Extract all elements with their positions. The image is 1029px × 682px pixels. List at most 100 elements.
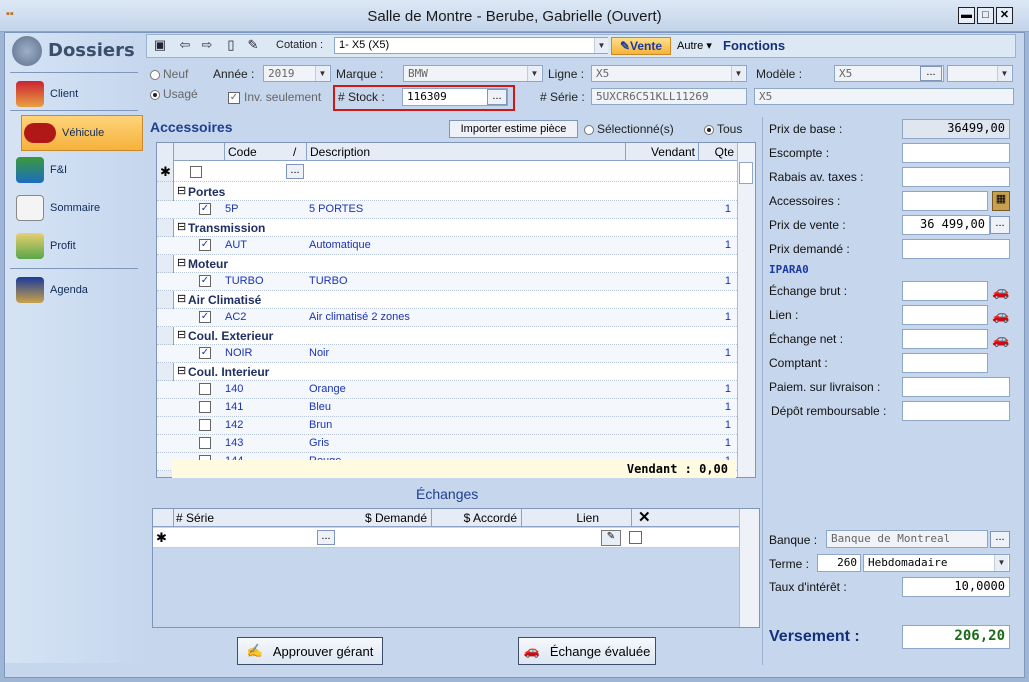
table-row[interactable]: 140 Orange 1	[157, 381, 737, 399]
serie-browse-button[interactable]: ...	[317, 530, 335, 545]
banque-browse-button[interactable]: ...	[990, 531, 1010, 548]
sidebar-item-profit[interactable]: Profit	[16, 230, 140, 262]
row-checkbox[interactable]	[199, 437, 211, 449]
group-row[interactable]: ⊟ Air Climatisé	[157, 291, 737, 309]
col-demande[interactable]: $ Demandé	[337, 509, 427, 527]
lien-input[interactable]	[902, 305, 988, 325]
group-row[interactable]: ⊟ Portes	[157, 183, 737, 201]
row-checkbox[interactable]	[199, 383, 211, 395]
chevron-down-icon[interactable]: ▼	[315, 66, 329, 81]
table-row[interactable]: 142 Brun 1	[157, 417, 737, 435]
col-description[interactable]: Description	[306, 143, 370, 161]
code-browse-button[interactable]: ...	[286, 164, 304, 179]
table-row[interactable]: ✓ AUT Automatique 1	[157, 237, 737, 255]
comptant-input[interactable]	[902, 353, 988, 373]
depot-input[interactable]	[902, 401, 1010, 421]
marque-select[interactable]: BMW	[403, 65, 543, 82]
table-row[interactable]: 143 Gris 1	[157, 435, 737, 453]
col-code[interactable]: Code	[224, 143, 257, 161]
row-checkbox[interactable]: ✓	[199, 347, 211, 359]
inv-seulement-checkbox[interactable]: ✓ Inv. seulement	[228, 90, 321, 104]
row-checkbox[interactable]	[199, 419, 211, 431]
new-document-icon[interactable]: ▯	[224, 38, 238, 52]
edit-icon[interactable]: ✎	[246, 38, 260, 52]
col-lien[interactable]: Lien	[521, 509, 599, 527]
calculator-icon[interactable]: ▦	[992, 191, 1010, 211]
chevron-down-icon[interactable]: ▼	[527, 66, 541, 81]
collapse-icon[interactable]: ⊟	[177, 220, 186, 233]
prix-vente-input[interactable]: 36 499,00	[902, 215, 990, 235]
stock-browse-button[interactable]: ...	[487, 89, 507, 105]
echange-evaluee-button[interactable]: 🚗 Échange évaluée	[518, 637, 656, 665]
chevron-down-icon[interactable]: ▼	[594, 38, 608, 53]
banque-field[interactable]: Banque de Montreal	[826, 530, 988, 548]
delete-checkbox[interactable]	[629, 531, 642, 544]
col-vendant[interactable]: Vendant	[625, 143, 695, 161]
taux-input[interactable]: 10,0000	[902, 577, 1010, 597]
table-row[interactable]: ✓ TURBO TURBO 1	[157, 273, 737, 291]
autre-menu[interactable]: Autre ▾	[677, 39, 712, 52]
sidebar-item-fi[interactable]: F&I	[16, 154, 140, 186]
echange-net-input[interactable]	[902, 329, 988, 349]
tous-radio[interactable]: Tous	[704, 122, 742, 136]
usage-radio[interactable]: Usagé	[150, 87, 198, 101]
vente-button[interactable]: ✎Vente	[611, 37, 671, 55]
car-icon[interactable]: 🚗	[991, 330, 1011, 348]
row-checkbox[interactable]: ✓	[199, 239, 211, 251]
row-checkbox[interactable]	[199, 401, 211, 413]
fonctions-menu[interactable]: Fonctions	[723, 38, 785, 53]
chevron-down-icon[interactable]: ▼	[731, 66, 745, 81]
group-row[interactable]: ⊟ Coul. Interieur	[157, 363, 737, 381]
maximize-button[interactable]: □	[977, 7, 994, 24]
collapse-icon[interactable]: ⊟	[177, 256, 186, 269]
table-row[interactable]: ✓ 5P 5 PORTES 1	[157, 201, 737, 219]
link-icon[interactable]: ✎	[601, 530, 621, 546]
prix-vente-browse-button[interactable]: ...	[990, 216, 1010, 234]
collapse-icon[interactable]: ⊟	[177, 184, 186, 197]
sidebar-item-sommaire[interactable]: Sommaire	[16, 192, 140, 224]
col-accorde[interactable]: $ Accordé	[431, 509, 517, 527]
selectionnes-radio[interactable]: Sélectionné(s)	[584, 122, 674, 136]
minimize-button[interactable]: ▬	[958, 7, 975, 24]
col-qte[interactable]: Qte	[698, 143, 734, 161]
echanges-new-row[interactable]: ✱ ... ✎	[153, 528, 739, 548]
prix-demande-input[interactable]	[902, 239, 1010, 259]
group-row[interactable]: ⊟ Transmission	[157, 219, 737, 237]
row-checkbox[interactable]: ✓	[199, 275, 211, 287]
terme-frequency-select[interactable]: Hebdomadaire	[863, 554, 1010, 572]
delete-x-icon[interactable]: ✕	[631, 509, 651, 527]
paiem-input[interactable]	[902, 377, 1010, 397]
ligne-select[interactable]: X5	[591, 65, 747, 82]
neuf-radio[interactable]: Neuf	[150, 67, 188, 81]
collapse-icon[interactable]: ⊟	[177, 292, 186, 305]
modele-browse-button[interactable]: ...	[920, 66, 942, 81]
accessoires-price-input[interactable]	[902, 191, 988, 211]
col-serie[interactable]: # Série	[173, 509, 214, 527]
row-checkbox[interactable]: ✓	[199, 311, 211, 323]
collapse-icon[interactable]: ⊟	[177, 328, 186, 341]
chevron-down-icon[interactable]: ▼	[994, 555, 1008, 571]
car-icon[interactable]: 🚗	[991, 282, 1011, 300]
collapse-icon[interactable]: ⊟	[177, 364, 186, 377]
group-row[interactable]: ⊟ Moteur	[157, 255, 737, 273]
sidebar-item-client[interactable]: Client	[16, 78, 140, 110]
table-row[interactable]: 141 Bleu 1	[157, 399, 737, 417]
table-row[interactable]: ✓ AC2 Air climatisé 2 zones 1	[157, 309, 737, 327]
forward-icon[interactable]: ⇨	[200, 38, 214, 52]
chevron-down-icon[interactable]: ▼	[997, 66, 1011, 81]
approuver-gerant-button[interactable]: ✍ Approuver gérant	[237, 637, 383, 665]
close-button[interactable]: ✕	[996, 7, 1013, 24]
new-row-checkbox[interactable]	[190, 166, 202, 178]
serie-field[interactable]: 5UXCR6C51KLL11269	[591, 88, 747, 105]
new-row[interactable]: ✱ ...	[157, 162, 737, 182]
echange-brut-input[interactable]	[902, 281, 988, 301]
escompte-input[interactable]	[902, 143, 1010, 163]
table-row[interactable]: ✓ NOIR Noir 1	[157, 345, 737, 363]
group-row[interactable]: ⊟ Coul. Exterieur	[157, 327, 737, 345]
import-estime-button[interactable]: Importer estime pièce	[449, 120, 578, 138]
grid-scrollbar[interactable]	[737, 143, 755, 477]
car-icon[interactable]: 🚗	[991, 306, 1011, 324]
terme-input[interactable]: 260	[817, 554, 861, 572]
scroll-thumb[interactable]	[739, 162, 753, 184]
echanges-scrollbar[interactable]	[739, 509, 759, 627]
